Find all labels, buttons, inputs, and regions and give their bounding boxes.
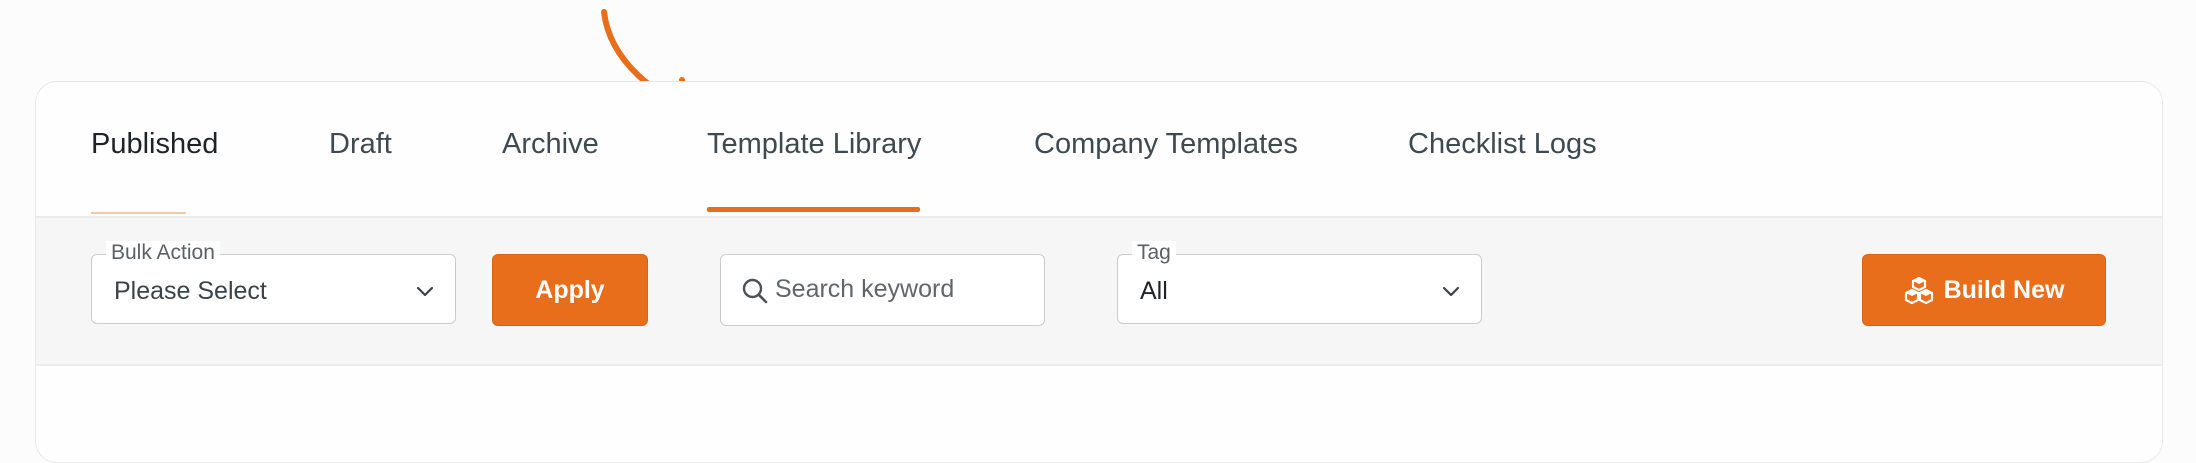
tab-bar: Published Draft Archive Template Library… [36,82,2162,218]
checklist-panel: Published Draft Archive Template Library… [35,81,2163,463]
tab-company-templates[interactable]: Company Templates [1034,128,1298,161]
filter-toolbar: Bulk Action Please Select Apply Tag All [36,218,2162,366]
tab-published[interactable]: Published [91,128,218,161]
cubes-icon [1904,276,1933,305]
search-input[interactable] [775,269,1030,309]
tab-archive[interactable]: Archive [502,128,599,161]
tab-draft[interactable]: Draft [329,128,392,161]
tag-select[interactable]: Tag All [1117,241,1482,324]
chevron-down-icon [1442,286,1460,297]
apply-button[interactable]: Apply [492,254,648,326]
bulk-action-value: Please Select [114,277,267,305]
bulk-action-select[interactable]: Bulk Action Please Select [91,241,456,324]
tab-template-library[interactable]: Template Library [707,128,921,161]
tab-checklist-logs[interactable]: Checklist Logs [1408,128,1597,161]
search-icon [742,278,768,304]
tag-label: Tag [1132,241,1176,265]
tab-hover-indicator [91,212,186,214]
chevron-down-icon [416,286,434,297]
apply-button-label: Apply [535,275,605,304]
build-new-label: Build New [1943,275,2065,304]
tag-value: All [1140,277,1168,305]
active-tab-indicator [707,207,920,212]
build-new-button[interactable]: Build New [1862,254,2106,326]
search-box[interactable] [720,254,1045,326]
bulk-action-label: Bulk Action [106,241,220,265]
